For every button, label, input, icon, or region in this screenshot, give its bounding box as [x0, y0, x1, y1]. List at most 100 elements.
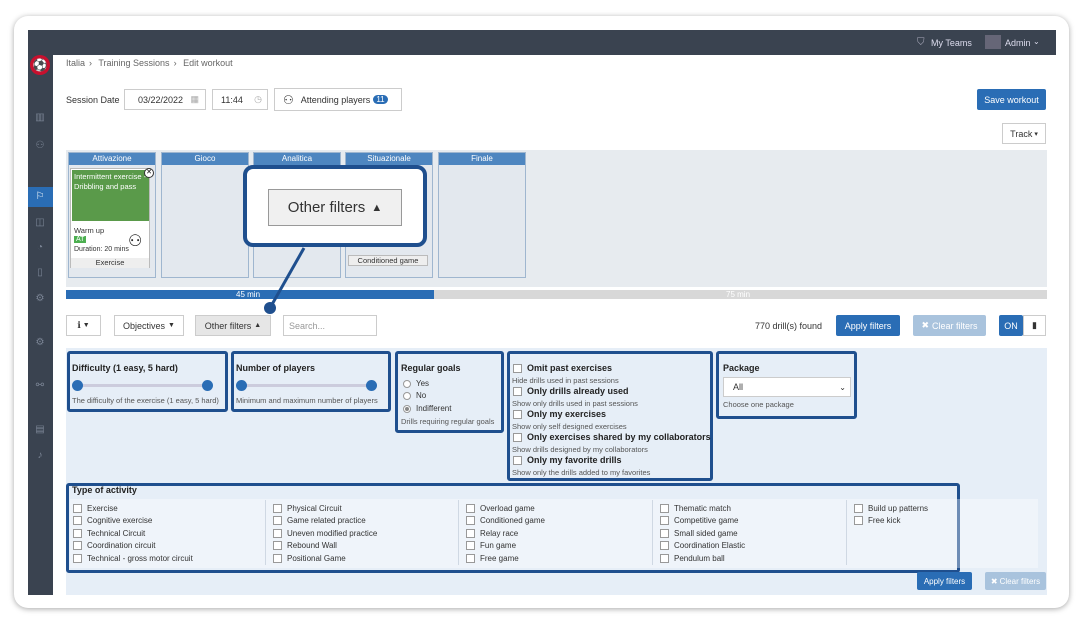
check-label: Only drills already used — [527, 386, 629, 396]
players-desc: Minimum and maximum number of players — [236, 396, 378, 405]
activity-option[interactable]: Relay race — [466, 529, 519, 539]
close-icon: ✖ — [990, 576, 998, 586]
check-label: Only exercises shared by my collaborator… — [527, 432, 711, 442]
checkbox[interactable] — [466, 529, 475, 539]
activity-option[interactable]: Exercise — [73, 504, 118, 514]
activity-option[interactable]: Conditioned game — [466, 516, 545, 526]
check-favorites[interactable]: Only my favorite drills — [513, 455, 622, 466]
clear-filters-label: Clear filters — [999, 576, 1041, 586]
checkbox[interactable] — [73, 504, 82, 514]
check-my-exercises[interactable]: Only my exercises — [513, 409, 606, 420]
activity-label: Uneven modified practice — [287, 529, 378, 538]
slider-handle[interactable] — [366, 380, 377, 391]
check-desc: Show only the drills added to my favorit… — [512, 468, 651, 477]
check-already-used[interactable]: Only drills already used — [513, 386, 629, 397]
option-label: Indifferent — [416, 404, 452, 413]
difficulty-title: Difficulty (1 easy, 5 hard) — [72, 363, 178, 373]
activity-label: Technical - gross motor circuit — [87, 554, 193, 563]
activity-option[interactable]: Coordination circuit — [73, 541, 156, 551]
activity-option[interactable]: Free kick — [854, 516, 901, 526]
slider-handle[interactable] — [202, 380, 213, 391]
activity-label: Small sided game — [674, 529, 738, 538]
caret-up-icon: ▲ — [371, 201, 383, 214]
activity-option[interactable]: Rebound Wall — [273, 541, 337, 551]
activity-option[interactable]: Thematic match — [660, 504, 731, 514]
activity-label: Relay race — [480, 529, 519, 538]
chevron-down-icon: ⌄ — [839, 382, 846, 392]
goals-title: Regular goals — [401, 363, 461, 373]
goals-option-yes[interactable]: Yes — [403, 379, 429, 388]
activity-label: Free kick — [868, 516, 901, 525]
check-desc: Show only drills used in past sessions — [512, 399, 638, 408]
checkbox[interactable] — [513, 387, 522, 397]
goals-option-no[interactable]: No — [403, 391, 426, 400]
apply-filters-bottom-button[interactable]: Apply filters — [917, 572, 972, 590]
checkbox[interactable] — [73, 554, 82, 564]
activity-option[interactable]: Fun game — [466, 541, 517, 551]
activity-label: Coordination Elastic — [674, 541, 746, 550]
activity-option[interactable]: Free game — [466, 554, 519, 564]
checkbox[interactable] — [513, 456, 522, 466]
checkbox[interactable] — [273, 529, 282, 539]
activity-label: Fun game — [480, 541, 517, 550]
activity-option[interactable]: Physical Circuit — [273, 504, 342, 514]
check-label: Omit past exercises — [527, 363, 613, 373]
radio-button[interactable] — [403, 404, 411, 413]
activity-option[interactable]: Build up patterns — [854, 504, 928, 514]
activity-option[interactable]: Technical - gross motor circuit — [73, 554, 193, 564]
checkbox[interactable] — [660, 504, 669, 514]
radio-button[interactable] — [403, 379, 411, 388]
checkbox[interactable] — [73, 516, 82, 526]
checkbox[interactable] — [660, 529, 669, 539]
goals-option-indifferent[interactable]: Indifferent — [403, 404, 451, 413]
checkbox[interactable] — [854, 516, 863, 526]
checkbox[interactable] — [273, 541, 282, 551]
activity-label: Technical Circuit — [87, 529, 146, 538]
check-omit-past[interactable]: Omit past exercises — [513, 363, 613, 374]
checkbox[interactable] — [466, 516, 475, 526]
option-label: No — [416, 391, 427, 400]
players-slider[interactable] — [236, 380, 377, 391]
checkbox[interactable] — [273, 516, 282, 526]
checkbox[interactable] — [854, 504, 863, 514]
check-desc: Show drills designed by my collaborators — [512, 445, 648, 454]
checkbox[interactable] — [513, 433, 522, 443]
activity-option[interactable]: Technical Circuit — [73, 529, 146, 539]
activity-option[interactable]: Overload game — [466, 504, 535, 514]
checkbox[interactable] — [73, 529, 82, 539]
slider-handle[interactable] — [72, 380, 83, 391]
activity-option[interactable]: Game related practice — [273, 516, 366, 526]
package-select[interactable]: All ⌄ — [723, 377, 851, 397]
radio-button[interactable] — [403, 391, 411, 400]
activity-option[interactable]: Positional Game — [273, 554, 346, 564]
check-shared[interactable]: Only exercises shared by my collaborator… — [513, 432, 711, 443]
checkbox[interactable] — [466, 541, 475, 551]
slider-handle[interactable] — [236, 380, 247, 391]
checkbox[interactable] — [273, 554, 282, 564]
other-filters-zoomed-button[interactable]: Other filters ▲ — [268, 189, 402, 226]
checkbox[interactable] — [513, 410, 522, 420]
activity-label: Overload game — [480, 504, 535, 513]
checkbox[interactable] — [660, 516, 669, 526]
activity-label: Cognitive exercise — [87, 516, 153, 525]
checkbox[interactable] — [660, 541, 669, 551]
activity-option[interactable]: Coordination Elastic — [660, 541, 746, 551]
difficulty-slider[interactable] — [72, 380, 213, 391]
checkbox[interactable] — [466, 554, 475, 564]
package-title: Package — [723, 363, 760, 373]
activity-option[interactable]: Uneven modified practice — [273, 529, 378, 539]
activity-option[interactable]: Competitive game — [660, 516, 738, 526]
activity-option[interactable]: Cognitive exercise — [73, 516, 153, 526]
activity-option[interactable]: Pendulum ball — [660, 554, 725, 564]
activity-label: Positional Game — [287, 554, 346, 563]
checkbox[interactable] — [273, 504, 282, 514]
activity-label: Coordination circuit — [87, 541, 156, 550]
checkbox[interactable] — [660, 554, 669, 564]
difficulty-desc: The difficulty of the exercise (1 easy, … — [72, 396, 219, 405]
clear-filters-bottom-button[interactable]: ✖ Clear filters — [985, 572, 1046, 590]
checkbox[interactable] — [513, 364, 522, 374]
check-label: Only my favorite drills — [527, 455, 622, 465]
checkbox[interactable] — [73, 541, 82, 551]
checkbox[interactable] — [466, 504, 475, 514]
activity-option[interactable]: Small sided game — [660, 529, 738, 539]
